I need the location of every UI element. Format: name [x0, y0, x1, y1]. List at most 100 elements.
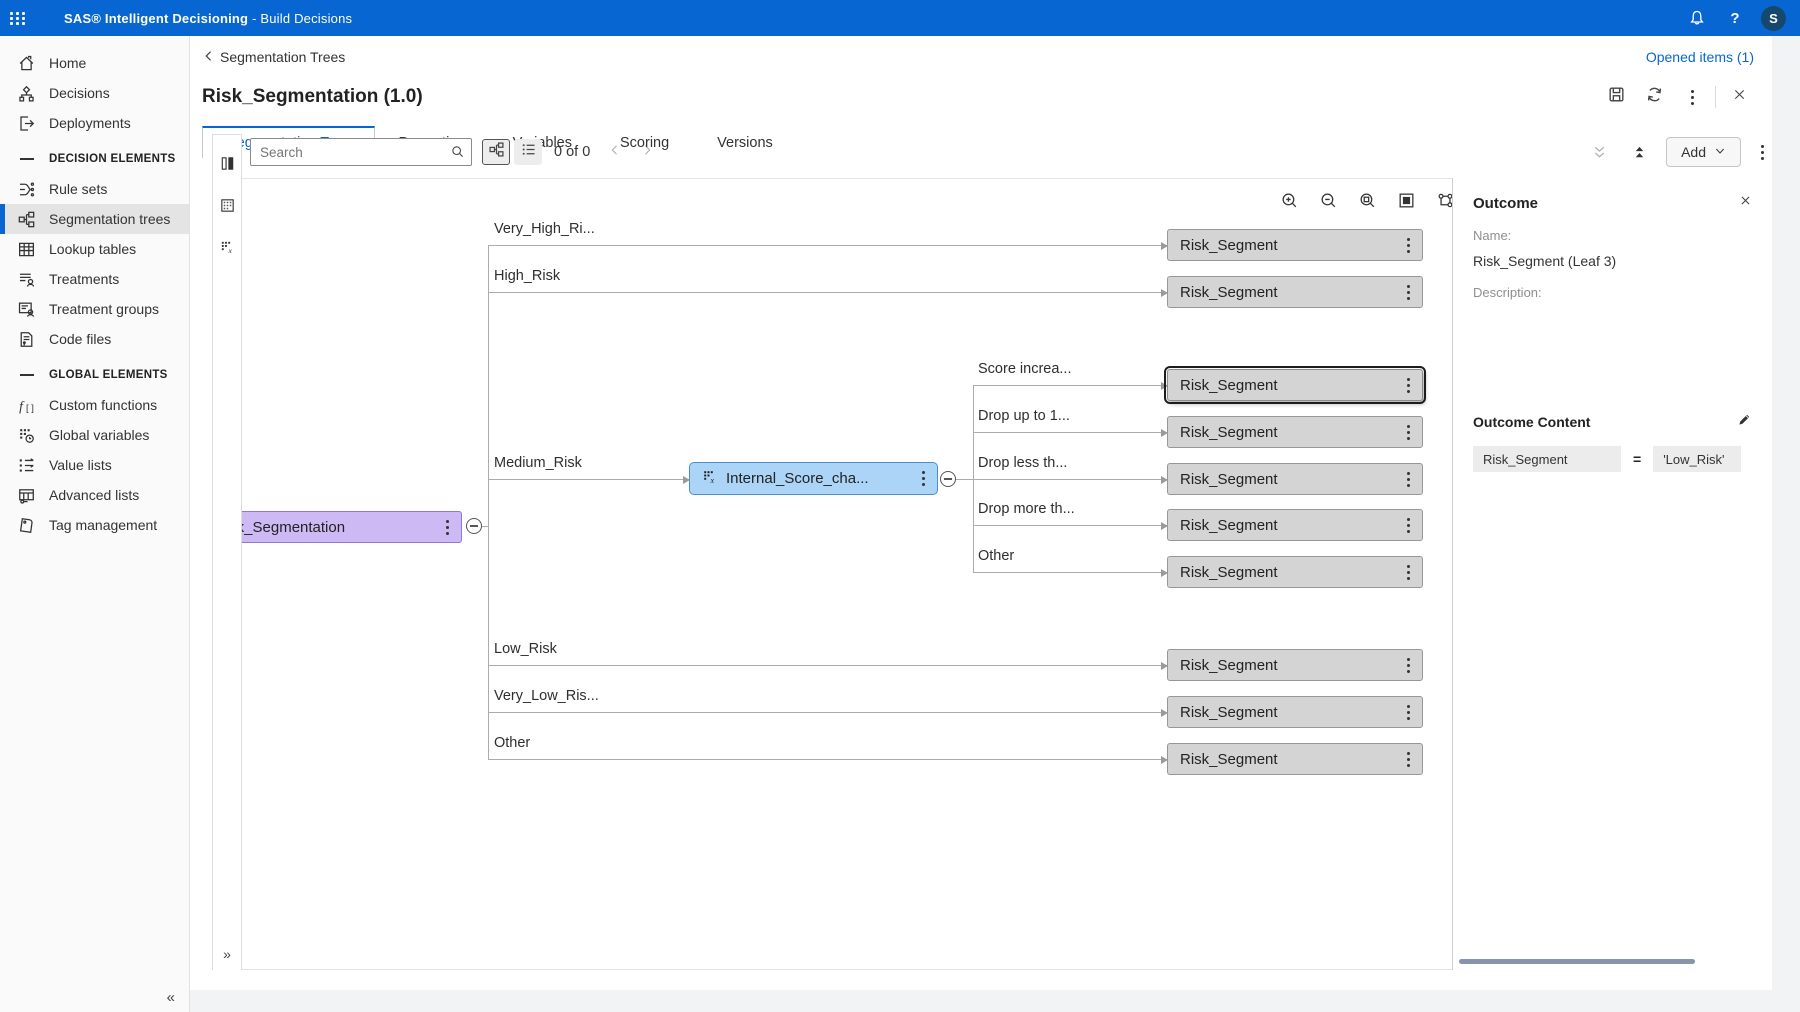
branch-line	[973, 479, 1167, 480]
leaf-node[interactable]: Risk_Segment	[1167, 416, 1423, 448]
sidebar-item-advanced-lists[interactable]: Advanced lists	[0, 480, 189, 510]
tree-view-toggle[interactable]	[482, 139, 510, 165]
leaf-node[interactable]: Risk_Segment	[1167, 463, 1423, 495]
sidebar-item-custom-functions[interactable]: f[ ] Custom functions	[0, 390, 189, 420]
sidebar-item-home[interactable]: Home	[0, 48, 189, 78]
columns-panel-icon[interactable]	[213, 149, 241, 177]
sidebar-item-segmentation-trees[interactable]: Segmentation trees	[0, 204, 189, 234]
svg-text:x: x	[709, 475, 714, 484]
list-view-toggle[interactable]	[514, 139, 542, 165]
opened-items-link[interactable]: Opened items (1)	[1646, 49, 1754, 65]
leaf-node[interactable]: Risk_Segment	[1167, 509, 1423, 541]
collapse-node-icon[interactable]	[940, 471, 956, 487]
close-button[interactable]	[1724, 83, 1754, 111]
horizontal-scrollbar[interactable]	[1459, 959, 1695, 964]
app-bar: SAS® Intelligent Decisioning - Build Dec…	[0, 0, 1800, 36]
sidebar-collapse-icon[interactable]: «	[167, 989, 175, 1006]
sidebar-item-rule-sets[interactable]: Rule sets	[0, 174, 189, 204]
app-launcher-icon[interactable]	[0, 0, 36, 36]
treatments-icon	[17, 270, 36, 289]
search-input[interactable]	[250, 138, 472, 166]
code-files-icon	[17, 330, 36, 349]
layout-options-icon[interactable]	[1434, 189, 1452, 211]
collapse-node-icon[interactable]	[466, 518, 482, 534]
more-options-button[interactable]	[1677, 83, 1707, 111]
search-icon[interactable]	[450, 144, 465, 164]
node-menu-icon[interactable]	[1403, 565, 1414, 580]
leaf-node[interactable]: Risk_Segment	[1167, 556, 1423, 588]
leaf-node[interactable]: Risk_Segment	[1167, 229, 1423, 261]
overview-icon[interactable]	[1395, 189, 1417, 211]
node-menu-icon[interactable]	[1403, 658, 1414, 673]
sidebar-item-treatment-groups[interactable]: Treatment groups	[0, 294, 189, 324]
sidebar-item-decisions[interactable]: Decisions	[0, 78, 189, 108]
node-menu-icon[interactable]	[442, 520, 453, 535]
edit-pencil-icon[interactable]	[1737, 412, 1752, 432]
refresh-icon	[1645, 85, 1664, 109]
outcome-close-icon[interactable]	[1739, 194, 1752, 212]
treatment-groups-icon	[17, 300, 36, 319]
branch-line	[488, 245, 1167, 246]
sidebar-item-label: Global variables	[49, 427, 149, 443]
sidebar-section-label: DECISION ELEMENTS	[49, 153, 176, 165]
sidebar-item-label: Advanced lists	[49, 487, 139, 503]
next-result-icon[interactable]	[640, 143, 654, 162]
tree-canvas[interactable]: Risk_Segmentation Very_High_Ri... Risk_S…	[242, 178, 1452, 970]
outcome-value-field[interactable]: 'Low_Risk'	[1653, 446, 1741, 472]
leaf-node-selected[interactable]: Risk_Segment	[1167, 369, 1423, 401]
node-menu-icon[interactable]	[1403, 378, 1414, 393]
branch-label: Drop more th...	[978, 501, 1075, 517]
zoom-in-icon[interactable]	[1278, 189, 1300, 211]
node-menu-icon[interactable]	[1403, 518, 1414, 533]
sidebar-item-code-files[interactable]: Code files	[0, 324, 189, 354]
node-menu-icon[interactable]	[1403, 425, 1414, 440]
sidebar-item-global-variables[interactable]: Global variables	[0, 420, 189, 450]
tag-management-icon	[17, 516, 36, 535]
collapse-all-icon[interactable]	[1626, 139, 1652, 165]
node-menu-icon[interactable]	[918, 471, 929, 486]
leaf-node[interactable]: Risk_Segment	[1167, 696, 1423, 728]
node-menu-icon[interactable]	[1403, 752, 1414, 767]
root-node[interactable]: Risk_Segmentation	[242, 511, 462, 543]
save-button[interactable]	[1601, 83, 1631, 111]
breadcrumb[interactable]: Segmentation Trees	[202, 49, 345, 66]
expand-all-icon[interactable]	[1586, 139, 1612, 165]
notifications-bell-icon[interactable]	[1685, 6, 1709, 30]
sidebar-item-lookup-tables[interactable]: Lookup tables	[0, 234, 189, 264]
sidebar-section-decision-elements: DECISION ELEMENTS	[0, 144, 189, 174]
help-icon[interactable]: ?	[1723, 6, 1747, 30]
search-field	[250, 138, 472, 166]
sidebar-item-deployments[interactable]: Deployments	[0, 108, 189, 138]
variables-panel-icon[interactable]: x	[213, 233, 241, 261]
sidebar-item-treatments[interactable]: Treatments	[0, 264, 189, 294]
internal-node[interactable]: x Internal_Score_cha...	[689, 462, 938, 495]
leaf-node[interactable]: Risk_Segment	[1167, 649, 1423, 681]
custom-functions-icon: f[ ]	[17, 396, 36, 415]
save-icon	[1607, 85, 1626, 109]
sidebar-item-label: Code files	[49, 331, 111, 347]
previous-result-icon[interactable]	[608, 143, 622, 162]
grid-panel-icon[interactable]	[213, 191, 241, 219]
sidebar-item-tag-management[interactable]: Tag management	[0, 510, 189, 540]
node-menu-icon[interactable]	[1403, 705, 1414, 720]
zoom-out-icon[interactable]	[1317, 189, 1339, 211]
sidebar-section-label: GLOBAL ELEMENTS	[49, 369, 168, 381]
add-button[interactable]: Add	[1666, 137, 1741, 167]
leaf-node-label: Risk_Segment	[1180, 517, 1278, 534]
node-menu-icon[interactable]	[1403, 472, 1414, 487]
strip-expand-icon[interactable]: »	[213, 946, 241, 962]
node-menu-icon[interactable]	[1403, 238, 1414, 253]
user-avatar[interactable]: S	[1761, 6, 1786, 31]
sidebar-item-value-lists[interactable]: Value lists	[0, 450, 189, 480]
zoom-fit-icon[interactable]	[1356, 189, 1378, 211]
leaf-node[interactable]: Risk_Segment	[1167, 743, 1423, 775]
sidebar-section-global-elements: GLOBAL ELEMENTS	[0, 360, 189, 390]
leaf-node[interactable]: Risk_Segment	[1167, 276, 1423, 308]
outcome-variable-field[interactable]: Risk_Segment	[1473, 446, 1621, 472]
toolbar-more-options[interactable]	[1755, 145, 1770, 160]
home-icon	[17, 54, 36, 73]
branch-line	[488, 292, 1167, 293]
node-menu-icon[interactable]	[1403, 285, 1414, 300]
refresh-button[interactable]	[1639, 83, 1669, 111]
app-window: SAS® Intelligent Decisioning - Build Dec…	[0, 0, 1800, 1012]
